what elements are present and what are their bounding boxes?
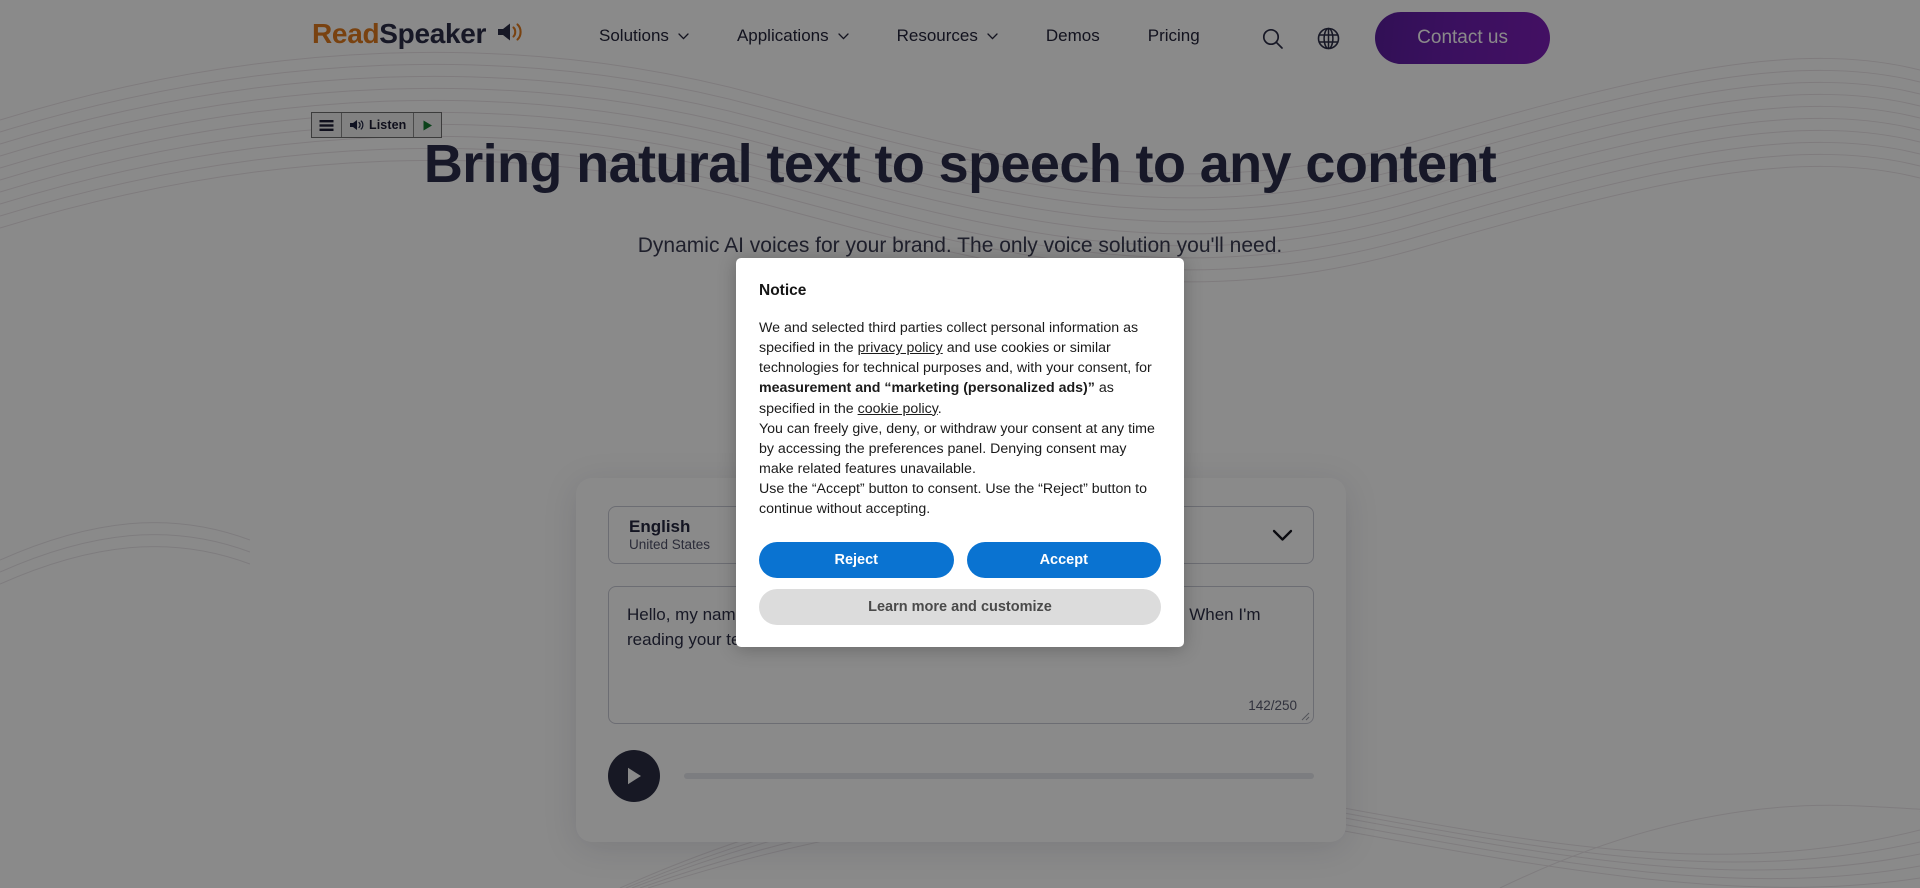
cookie-policy-link[interactable]: cookie policy	[858, 401, 938, 417]
dialog-button-row: Reject Accept	[759, 541, 1161, 578]
learn-more-button[interactable]: Learn more and customize	[759, 588, 1161, 625]
privacy-policy-link[interactable]: privacy policy	[858, 340, 943, 356]
cookie-consent-dialog: Notice We and selected third parties col…	[736, 258, 1184, 647]
reject-button[interactable]: Reject	[759, 541, 954, 578]
dialog-title: Notice	[759, 282, 807, 299]
dialog-paragraph-1: We and selected third parties collect pe…	[759, 318, 1161, 419]
accept-button[interactable]: Accept	[966, 541, 1161, 578]
dialog-body: We and selected third parties collect pe…	[759, 318, 1161, 520]
dialog-paragraph-3: Use the “Accept” button to consent. Use …	[759, 481, 1147, 518]
dialog-paragraph-2: You can freely give, deny, or withdraw y…	[759, 420, 1155, 478]
dialog-p1-text-d: .	[937, 400, 942, 417]
dialog-p1-bold: measurement and “marketing (personalized…	[759, 380, 1095, 397]
